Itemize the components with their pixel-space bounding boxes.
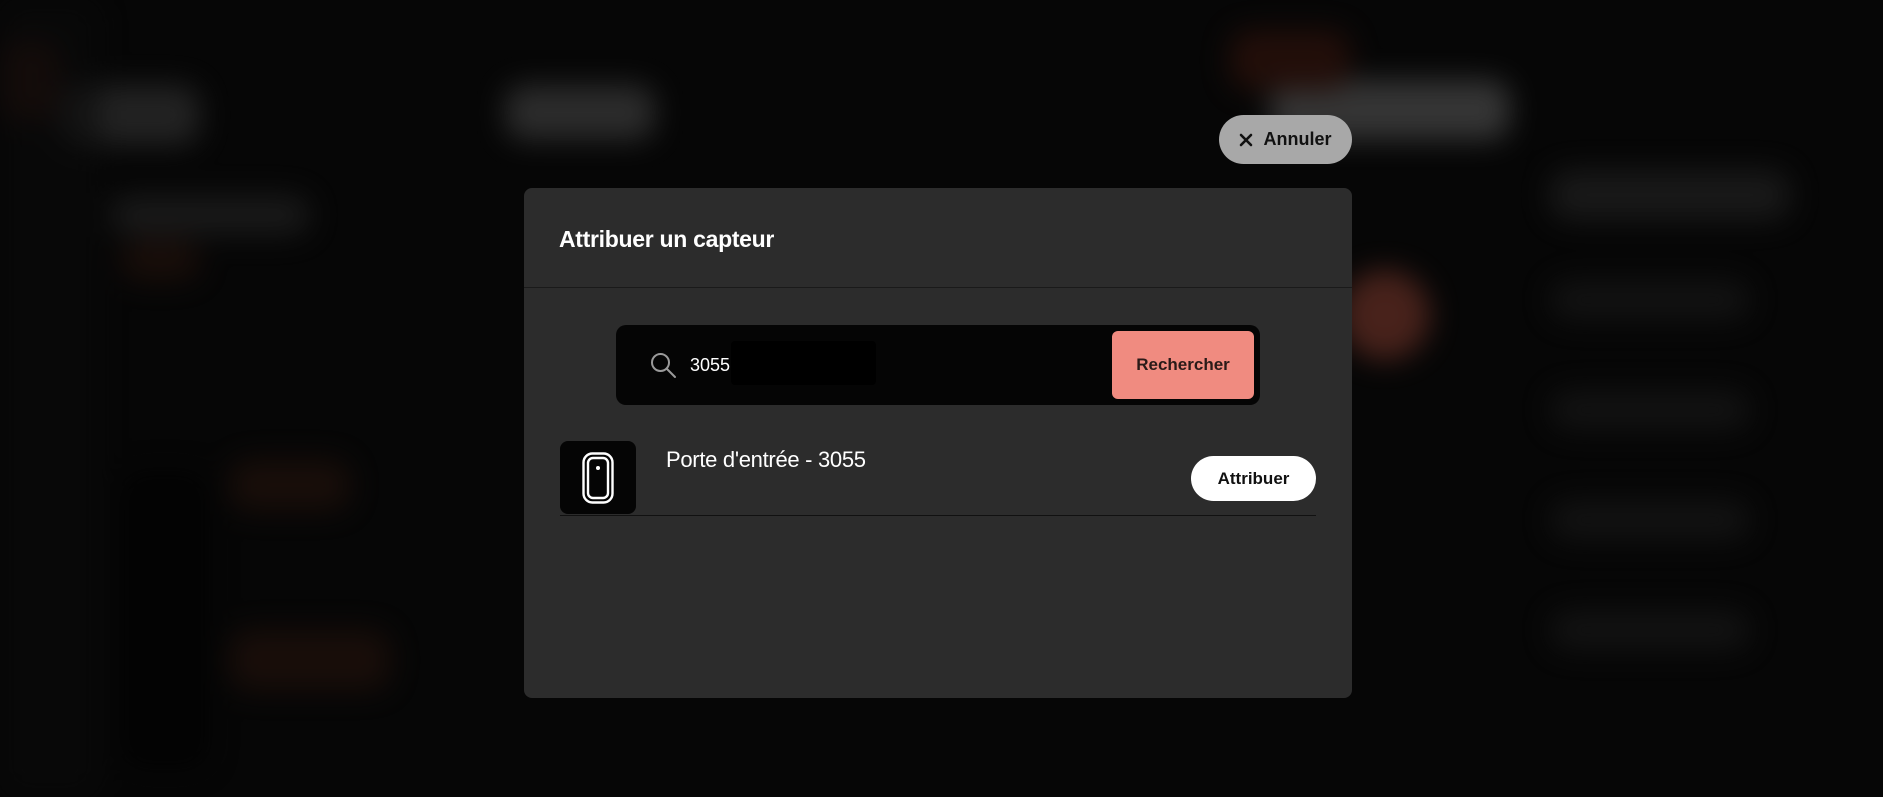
screen: Annuler Attribuer un capteur Rechercher	[0, 0, 1883, 797]
close-icon	[1240, 133, 1253, 146]
door-sensor-icon	[582, 451, 614, 504]
search-icon	[651, 353, 676, 378]
modal-header: Attribuer un capteur	[524, 188, 1352, 288]
modal-title: Attribuer un capteur	[559, 226, 775, 252]
device-thumbnail	[560, 441, 636, 514]
result-row: Porte d'entrée - 3055 Attribuer	[560, 441, 1316, 516]
search-input[interactable]	[690, 345, 1040, 385]
result-name: Porte d'entrée - 3055	[666, 447, 866, 472]
cancel-button-label: Annuler	[1263, 129, 1332, 149]
assign-sensor-modal: Attribuer un capteur Rechercher Porte d'…	[524, 188, 1352, 698]
cancel-button[interactable]: Annuler	[1219, 115, 1352, 164]
search-button[interactable]: Rechercher	[1112, 331, 1254, 399]
search-bar: Rechercher	[616, 325, 1260, 405]
assign-button[interactable]: Attribuer	[1191, 456, 1316, 501]
